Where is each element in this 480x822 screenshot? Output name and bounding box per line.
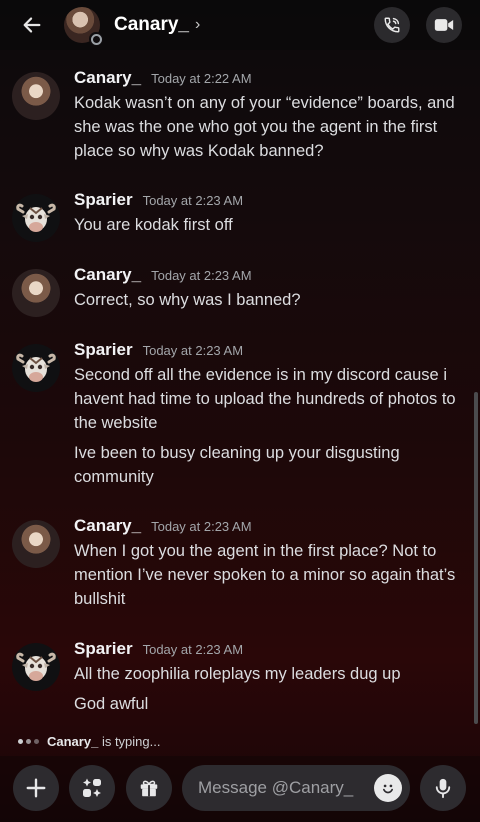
video-call-button[interactable] [426,7,462,43]
add-attachment-button[interactable] [13,765,59,811]
message-author[interactable]: Canary_ [74,68,141,88]
message-timestamp: Today at 2:23 AM [142,642,244,657]
chevron-right-icon[interactable]: › [195,16,200,34]
message-text: Correct, so why was I banned? [74,291,301,309]
chat-title[interactable]: Canary_ [114,14,189,36]
avatar[interactable] [12,643,60,691]
message-text: God awful [74,695,149,713]
message-text: Kodak wasn’t on any of your “evidence” b… [74,94,455,160]
arrow-left-icon [23,17,41,33]
status-indicator [89,32,103,46]
back-button[interactable] [0,0,64,50]
message-text: Second off all the evidence is in my dis… [74,366,456,432]
message-author[interactable]: Sparier [74,639,133,659]
message-timestamp: Today at 2:23 AM [142,193,244,208]
avatar[interactable] [12,194,60,242]
microphone-icon [435,778,451,799]
message-text: Ive been to busy cleaning up your disgus… [74,444,400,486]
message-text: When I got you the agent in the first pl… [74,542,456,608]
message-composer [0,756,480,822]
message-timestamp: Today at 2:23 AM [151,519,252,534]
apps-button[interactable] [69,765,115,811]
phone-icon [384,17,400,33]
message-list[interactable]: Canary_ Today at 2:22 AM Kodak wasn’t on… [0,60,480,728]
message-author[interactable]: Canary_ [74,265,141,285]
avatar[interactable] [12,269,60,317]
typing-user: Canary_ [47,733,99,749]
scrollbar[interactable] [474,392,478,724]
avatar[interactable] [12,344,60,392]
emoji-icon [383,784,393,794]
avatar[interactable] [12,72,60,120]
voice-call-button[interactable] [374,7,410,43]
video-camera-icon [434,19,454,31]
gift-button[interactable] [126,765,172,811]
goat-avatar-icon [16,652,56,681]
plus-icon [26,778,46,798]
gift-icon [140,780,158,797]
header-actions [374,7,462,43]
message-timestamp: Today at 2:23 AM [151,268,252,283]
header-avatar[interactable] [64,7,103,46]
message-author[interactable]: Sparier [74,190,133,210]
message-text: All the zoophilia roleplays my leaders d… [74,665,401,683]
typing-indicator: Canary_ is typing... [18,732,160,750]
message-input[interactable] [198,778,358,798]
message-author[interactable]: Canary_ [74,516,141,536]
avatar[interactable] [12,520,60,568]
message-timestamp: Today at 2:23 AM [142,343,244,358]
message-timestamp: Today at 2:22 AM [151,71,252,86]
apps-icon [83,778,101,797]
message-text: You are kodak first off [74,216,233,234]
typing-dots-icon [18,738,39,744]
voice-message-button[interactable] [420,765,466,811]
emoji-button[interactable] [374,774,402,802]
goat-avatar-icon [16,353,56,382]
goat-avatar-icon [16,203,56,232]
chat-header: Canary_ › [0,0,480,50]
typing-text: is typing... [101,733,161,749]
message-input-wrapper [182,765,410,811]
message-author[interactable]: Sparier [74,340,133,360]
